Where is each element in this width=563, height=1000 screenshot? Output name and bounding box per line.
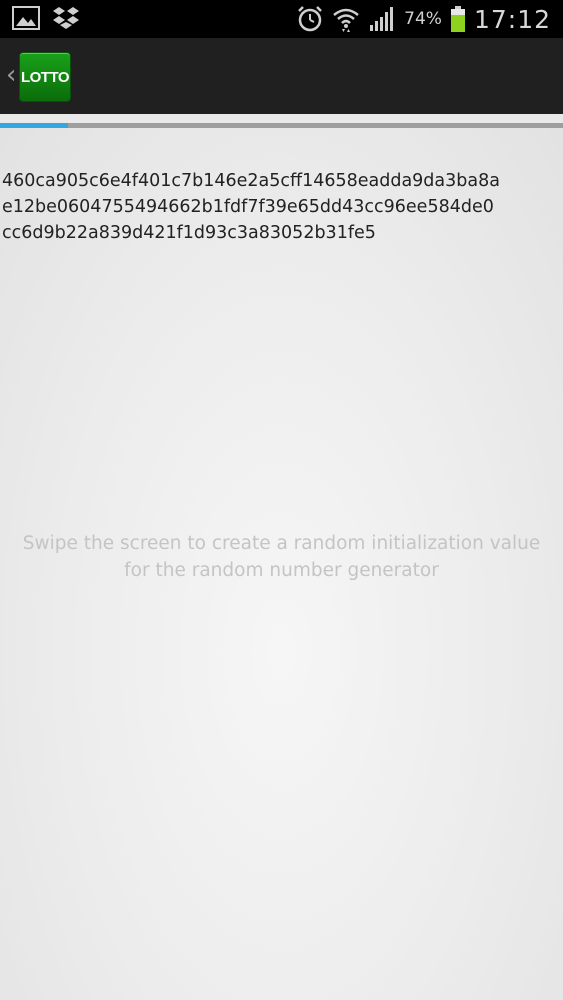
seed-hash-line: 460ca905c6e4f401c7b146e2a5cff14658eadda9… — [2, 171, 500, 191]
swipe-hint: Swipe the screen to create a random init… — [0, 530, 563, 584]
wifi-icon — [332, 5, 360, 33]
swipe-area[interactable]: 460ca905c6e4f401c7b146e2a5cff14658eadda9… — [0, 128, 563, 1000]
swipe-hint-line: for the random number generator — [124, 560, 439, 581]
app-icon-label: LOTTO — [20, 68, 70, 86]
app-icon[interactable]: LOTTO — [19, 52, 71, 102]
seed-hash-line: cc6d9b22a839d421f1d93c3a83052b31fe5 — [2, 223, 376, 243]
status-bar: 74% 17:12 — [0, 0, 563, 38]
action-bar: ‹ LOTTO — [0, 38, 563, 114]
chevron-left-icon: ‹ — [6, 60, 17, 90]
battery-icon — [450, 5, 466, 33]
alarm-icon — [296, 5, 324, 33]
battery-percent: 74% — [404, 9, 442, 29]
clock: 17:12 — [473, 4, 551, 34]
swipe-hint-line: Swipe the screen to create a random init… — [22, 533, 541, 554]
seed-hash-line: e12be0604755494662b1fdf7f39e65dd43cc96ee… — [2, 197, 494, 217]
seed-hash: 460ca905c6e4f401c7b146e2a5cff14658eadda9… — [2, 168, 562, 246]
dropbox-icon — [52, 5, 80, 31]
gallery-icon — [12, 5, 40, 31]
signal-icon — [368, 5, 396, 33]
